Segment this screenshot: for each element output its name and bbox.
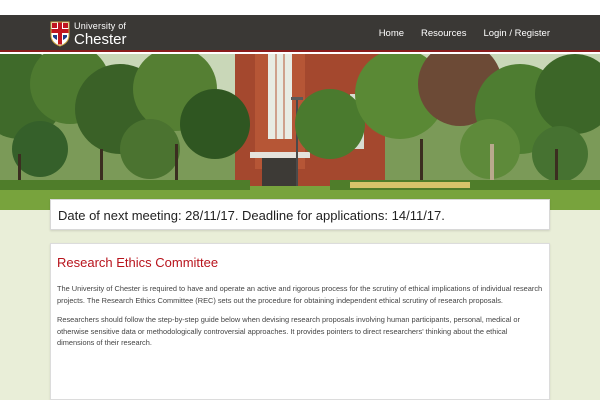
meeting-notice-banner: Date of next meeting: 28/11/17. Deadline… [50, 199, 550, 230]
top-spacer [0, 0, 600, 15]
nav-resources-link[interactable]: Resources [421, 28, 466, 39]
logo-line-big: Chester [74, 30, 127, 48]
main-nav: Home Resources Login / Register [362, 15, 550, 52]
meeting-notice-text: Date of next meeting: 28/11/17. Deadline… [58, 208, 445, 223]
university-crest-icon [50, 21, 70, 47]
logo-line-small: University of [74, 20, 127, 31]
page-title: Research Ethics Committee [57, 255, 219, 270]
nav-home-link[interactable]: Home [379, 28, 404, 39]
guidance-paragraph: Researchers should follow the step-by-st… [57, 315, 520, 347]
nav-login-register-link[interactable]: Login / Register [483, 28, 550, 39]
logo-text: University of Chester [74, 20, 127, 48]
site-header: University of Chester Home Resources Log… [0, 15, 600, 52]
hero-banner-image [0, 54, 600, 210]
intro-paragraph: The University of Chester is required to… [57, 284, 543, 305]
content-panel: Research Ethics Committee The University… [50, 243, 550, 400]
university-logo[interactable]: University of Chester [50, 20, 127, 48]
